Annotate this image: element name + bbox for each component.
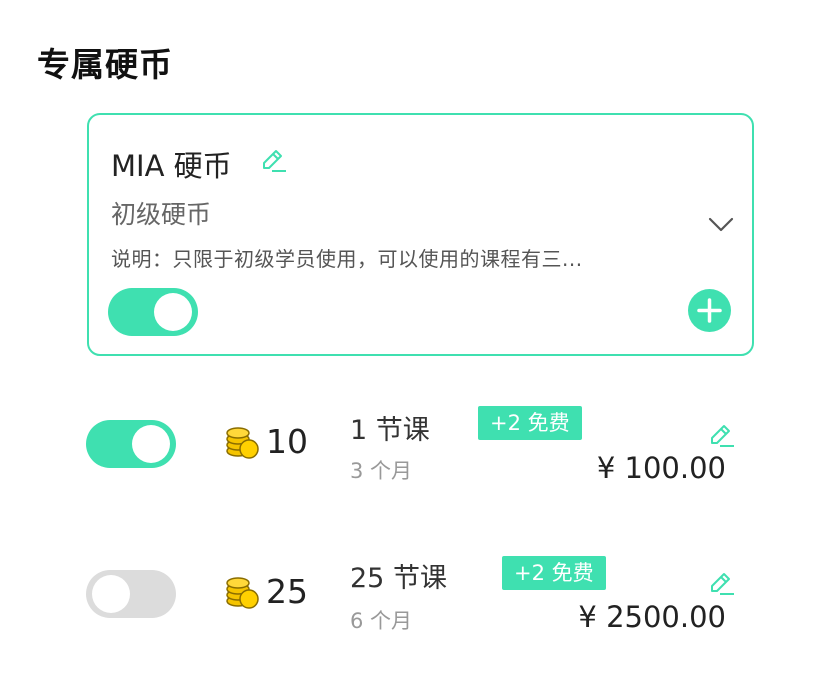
page-title: 专属硬币 <box>37 45 173 84</box>
add-button[interactable] <box>688 289 731 332</box>
bonus-badge: +2 免费 <box>478 406 582 440</box>
card-title: MIA 硬币 <box>111 149 232 183</box>
plan-enable-toggle[interactable] <box>86 570 176 618</box>
coin-stack-icon <box>226 577 259 609</box>
plan-row: 10 1 节课 +2 免费 3 个月 ¥ 100.00 <box>0 398 840 508</box>
plan-duration: 6 个月 <box>350 609 413 633</box>
chevron-down-icon[interactable] <box>706 209 736 239</box>
lesson-count: 1 节课 <box>350 415 430 446</box>
plan-enable-toggle[interactable] <box>86 420 176 468</box>
card-subtitle: 初级硬币 <box>111 200 212 229</box>
bonus-badge: +2 免费 <box>502 556 606 590</box>
lesson-count: 25 节课 <box>350 563 447 594</box>
toggle-knob <box>154 293 192 331</box>
coin-stack-icon <box>226 427 259 459</box>
plus-icon <box>697 298 722 323</box>
plan-duration: 3 个月 <box>350 459 413 483</box>
plan-price: ¥ 100.00 <box>596 451 726 485</box>
card-description: 说明：只限于初级学员使用，可以使用的课程有三... <box>111 247 583 271</box>
toggle-knob <box>92 575 130 613</box>
pencil-edit-icon[interactable] <box>259 147 287 175</box>
pencil-edit-icon[interactable] <box>707 570 735 598</box>
plan-row: 25 25 节课 +2 免费 6 个月 ¥ 2500.00 <box>0 548 840 658</box>
coin-card: MIA 硬币 初级硬币 说明：只限于初级学员使用，可以使用的课程有三... <box>87 113 754 356</box>
coin-count: 10 <box>266 422 308 461</box>
toggle-knob <box>132 425 170 463</box>
pencil-edit-icon[interactable] <box>707 422 735 450</box>
plan-price: ¥ 2500.00 <box>578 600 726 634</box>
coin-count: 25 <box>266 572 308 611</box>
card-enable-toggle[interactable] <box>108 288 198 336</box>
